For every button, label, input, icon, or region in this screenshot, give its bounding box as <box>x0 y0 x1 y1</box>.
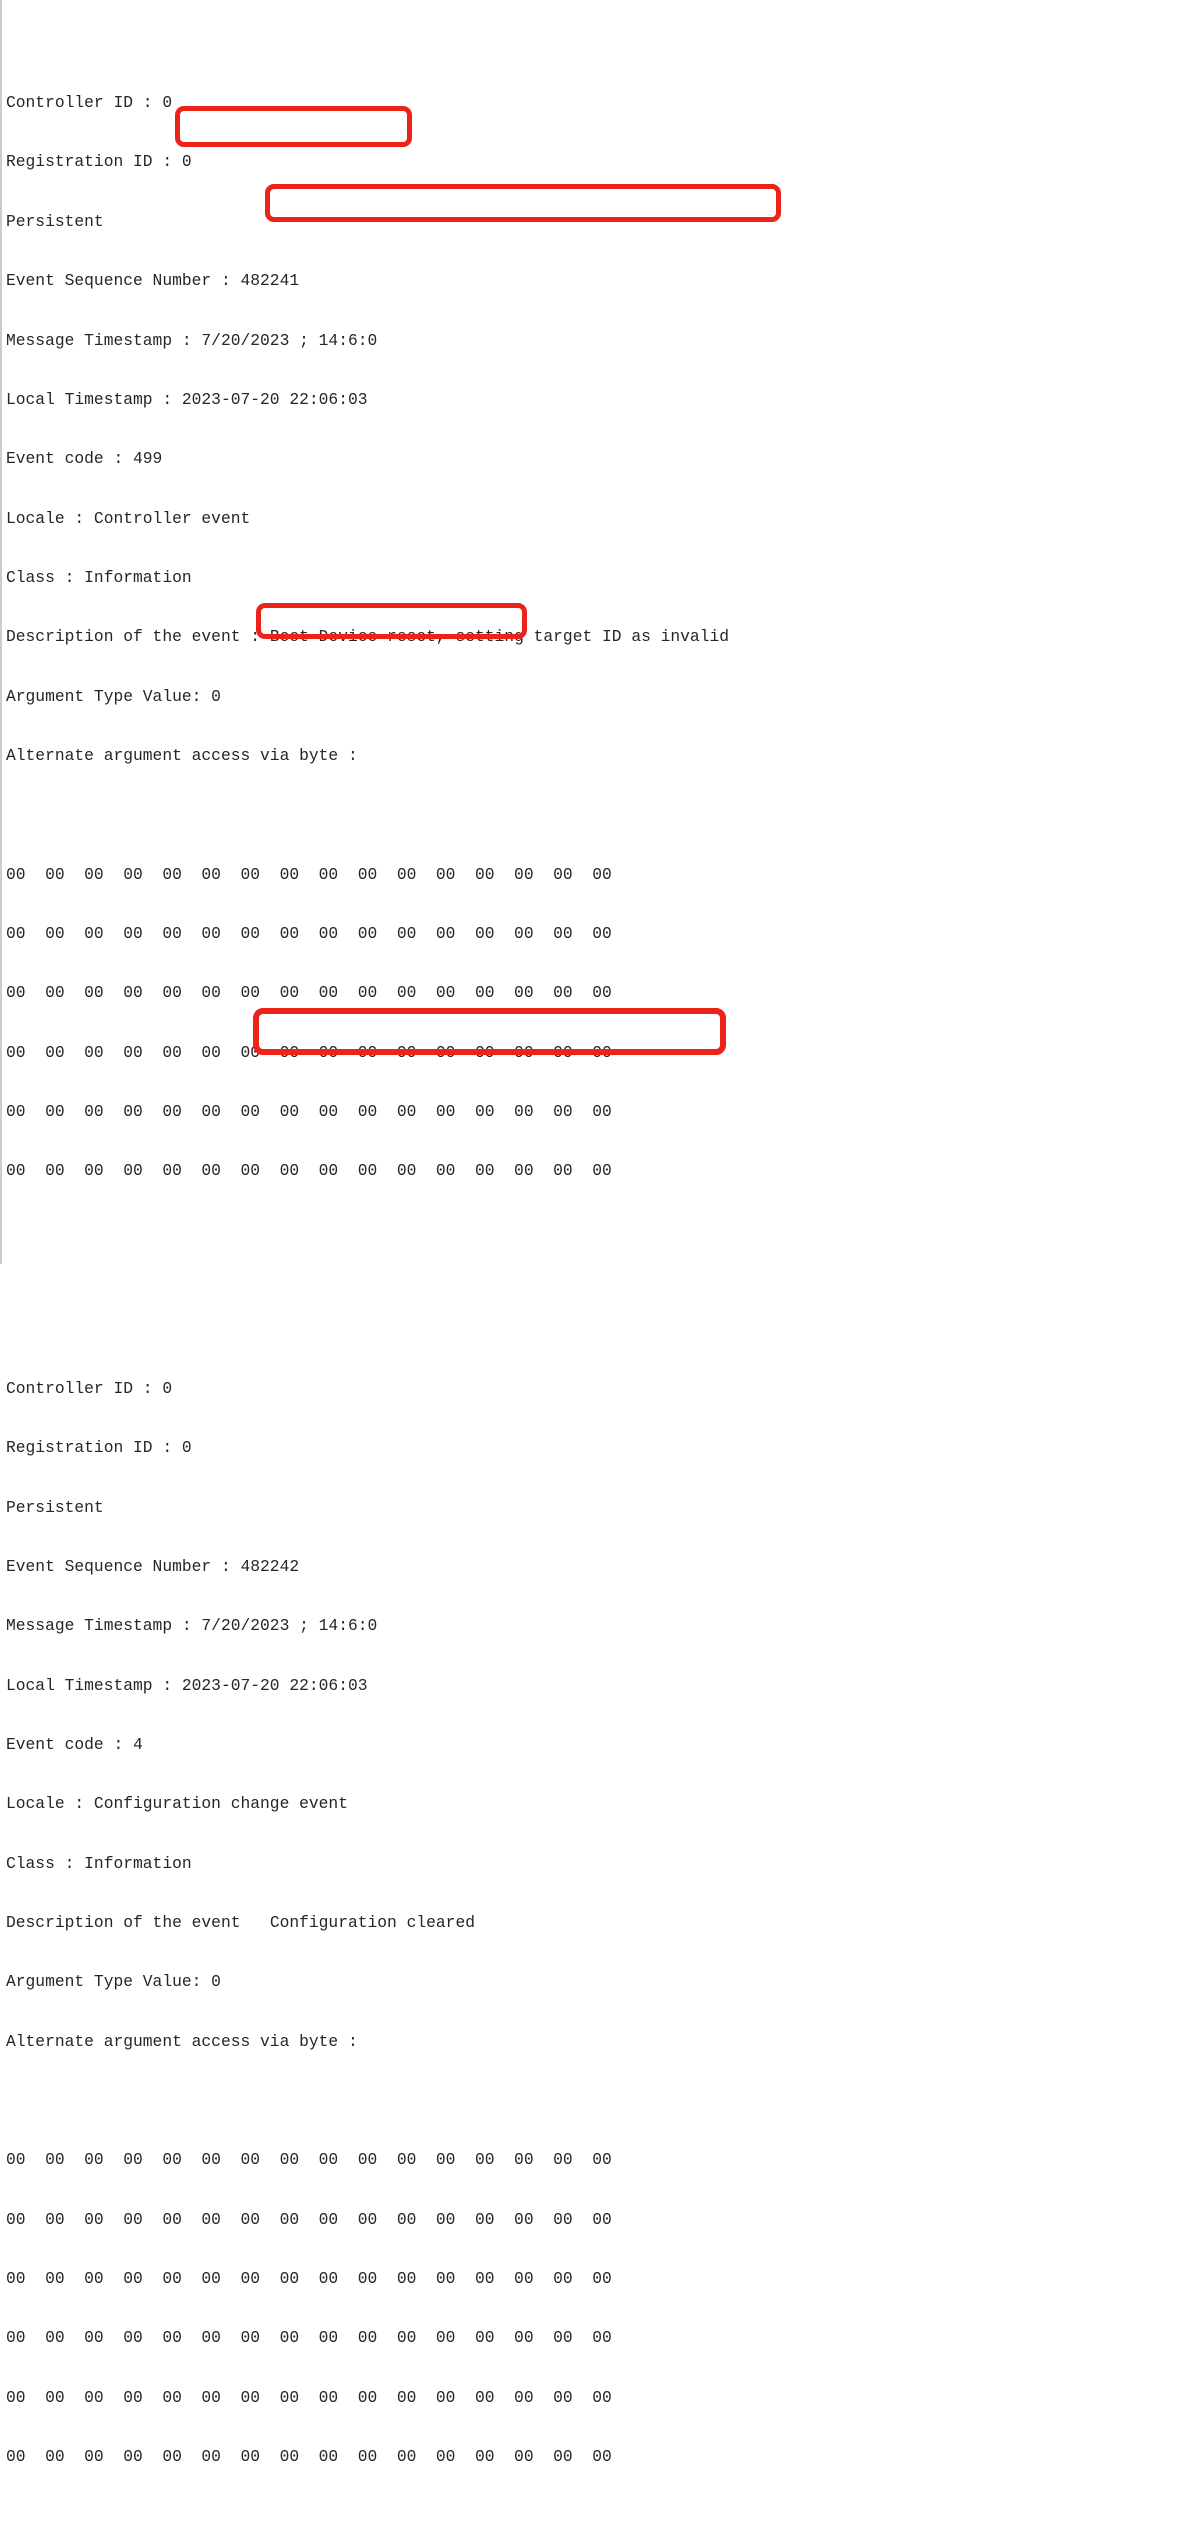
log-line-registration-id: Registration ID : 0 <box>6 1438 1200 1458</box>
log-line-persistent: Persistent <box>6 1498 1200 1518</box>
log-line-alternate-argument: Alternate argument access via byte : <box>6 746 1200 766</box>
hex-row: 00 00 00 00 00 00 00 00 00 00 00 00 00 0… <box>6 2269 1200 2289</box>
log-line-event-code: Event code : 499 <box>6 449 1200 469</box>
log-line-locale: Locale : Configuration change event <box>6 1794 1200 1814</box>
description-label: Description of the event <box>6 1913 270 1932</box>
hex-row: 00 00 00 00 00 00 00 00 00 00 00 00 00 0… <box>6 2210 1200 2230</box>
hex-row: 00 00 00 00 00 00 00 00 00 00 00 00 00 0… <box>6 1102 1200 1122</box>
log-line-locale: Locale : Controller event <box>6 509 1200 529</box>
hex-row: 00 00 00 00 00 00 00 00 00 00 00 00 00 0… <box>6 1043 1200 1063</box>
log-line-argument-type: Argument Type Value: 0 <box>6 687 1200 707</box>
hex-row: 00 00 00 00 00 00 00 00 00 00 00 00 00 0… <box>6 924 1200 944</box>
log-line-event-sequence: Event Sequence Number : 482242 <box>6 1557 1200 1577</box>
log-text-area[interactable]: Controller ID : 0 Registration ID : 0 Pe… <box>0 0 1200 1264</box>
log-line-description: Description of the event Configuration c… <box>6 1913 1200 1933</box>
hex-row: 00 00 00 00 00 00 00 00 00 00 00 00 00 0… <box>6 2388 1200 2408</box>
hex-row: 00 00 00 00 00 00 00 00 00 00 00 00 00 0… <box>6 2150 1200 2170</box>
description-label: Description of the event : <box>6 627 270 646</box>
log-line-local-timestamp: Local Timestamp : 2023-07-20 22:06:03 <box>6 1676 1200 1696</box>
log-line-alternate-argument: Alternate argument access via byte : <box>6 2032 1200 2052</box>
log-line-class: Class : Information <box>6 568 1200 588</box>
log-line-local-timestamp: Local Timestamp : 2023-07-20 22:06:03 <box>6 390 1200 410</box>
log-line-description: Description of the event : Boot Device r… <box>6 627 1200 647</box>
log-line-argument-type: Argument Type Value: 0 <box>6 1972 1200 1992</box>
hex-row: 00 00 00 00 00 00 00 00 00 00 00 00 00 0… <box>6 1161 1200 1181</box>
hex-row: 00 00 00 00 00 00 00 00 00 00 00 00 00 0… <box>6 865 1200 885</box>
log-line-controller-id: Controller ID : 0 <box>6 1379 1200 1399</box>
window-edge-strip <box>0 0 2 1264</box>
hex-row: 00 00 00 00 00 00 00 00 00 00 00 00 00 0… <box>6 2447 1200 2467</box>
hex-row: 00 00 00 00 00 00 00 00 00 00 00 00 00 0… <box>6 983 1200 1003</box>
log-line-event-code: Event code : 4 <box>6 1735 1200 1755</box>
log-line-registration-id: Registration ID : 0 <box>6 152 1200 172</box>
description-value: Configuration cleared <box>270 1913 475 1932</box>
log-line-message-timestamp: Message Timestamp : 7/20/2023 ; 14:6:0 <box>6 1616 1200 1636</box>
log-line-message-timestamp: Message Timestamp : 7/20/2023 ; 14:6:0 <box>6 331 1200 351</box>
description-value: Boot Device reset, setting target ID as … <box>270 627 729 646</box>
log-line-class: Class : Information <box>6 1854 1200 1874</box>
log-line-event-sequence: Event Sequence Number : 482241 <box>6 271 1200 291</box>
log-line-persistent: Persistent <box>6 212 1200 232</box>
hex-row: 00 00 00 00 00 00 00 00 00 00 00 00 00 0… <box>6 2328 1200 2348</box>
log-line-controller-id: Controller ID : 0 <box>6 93 1200 113</box>
